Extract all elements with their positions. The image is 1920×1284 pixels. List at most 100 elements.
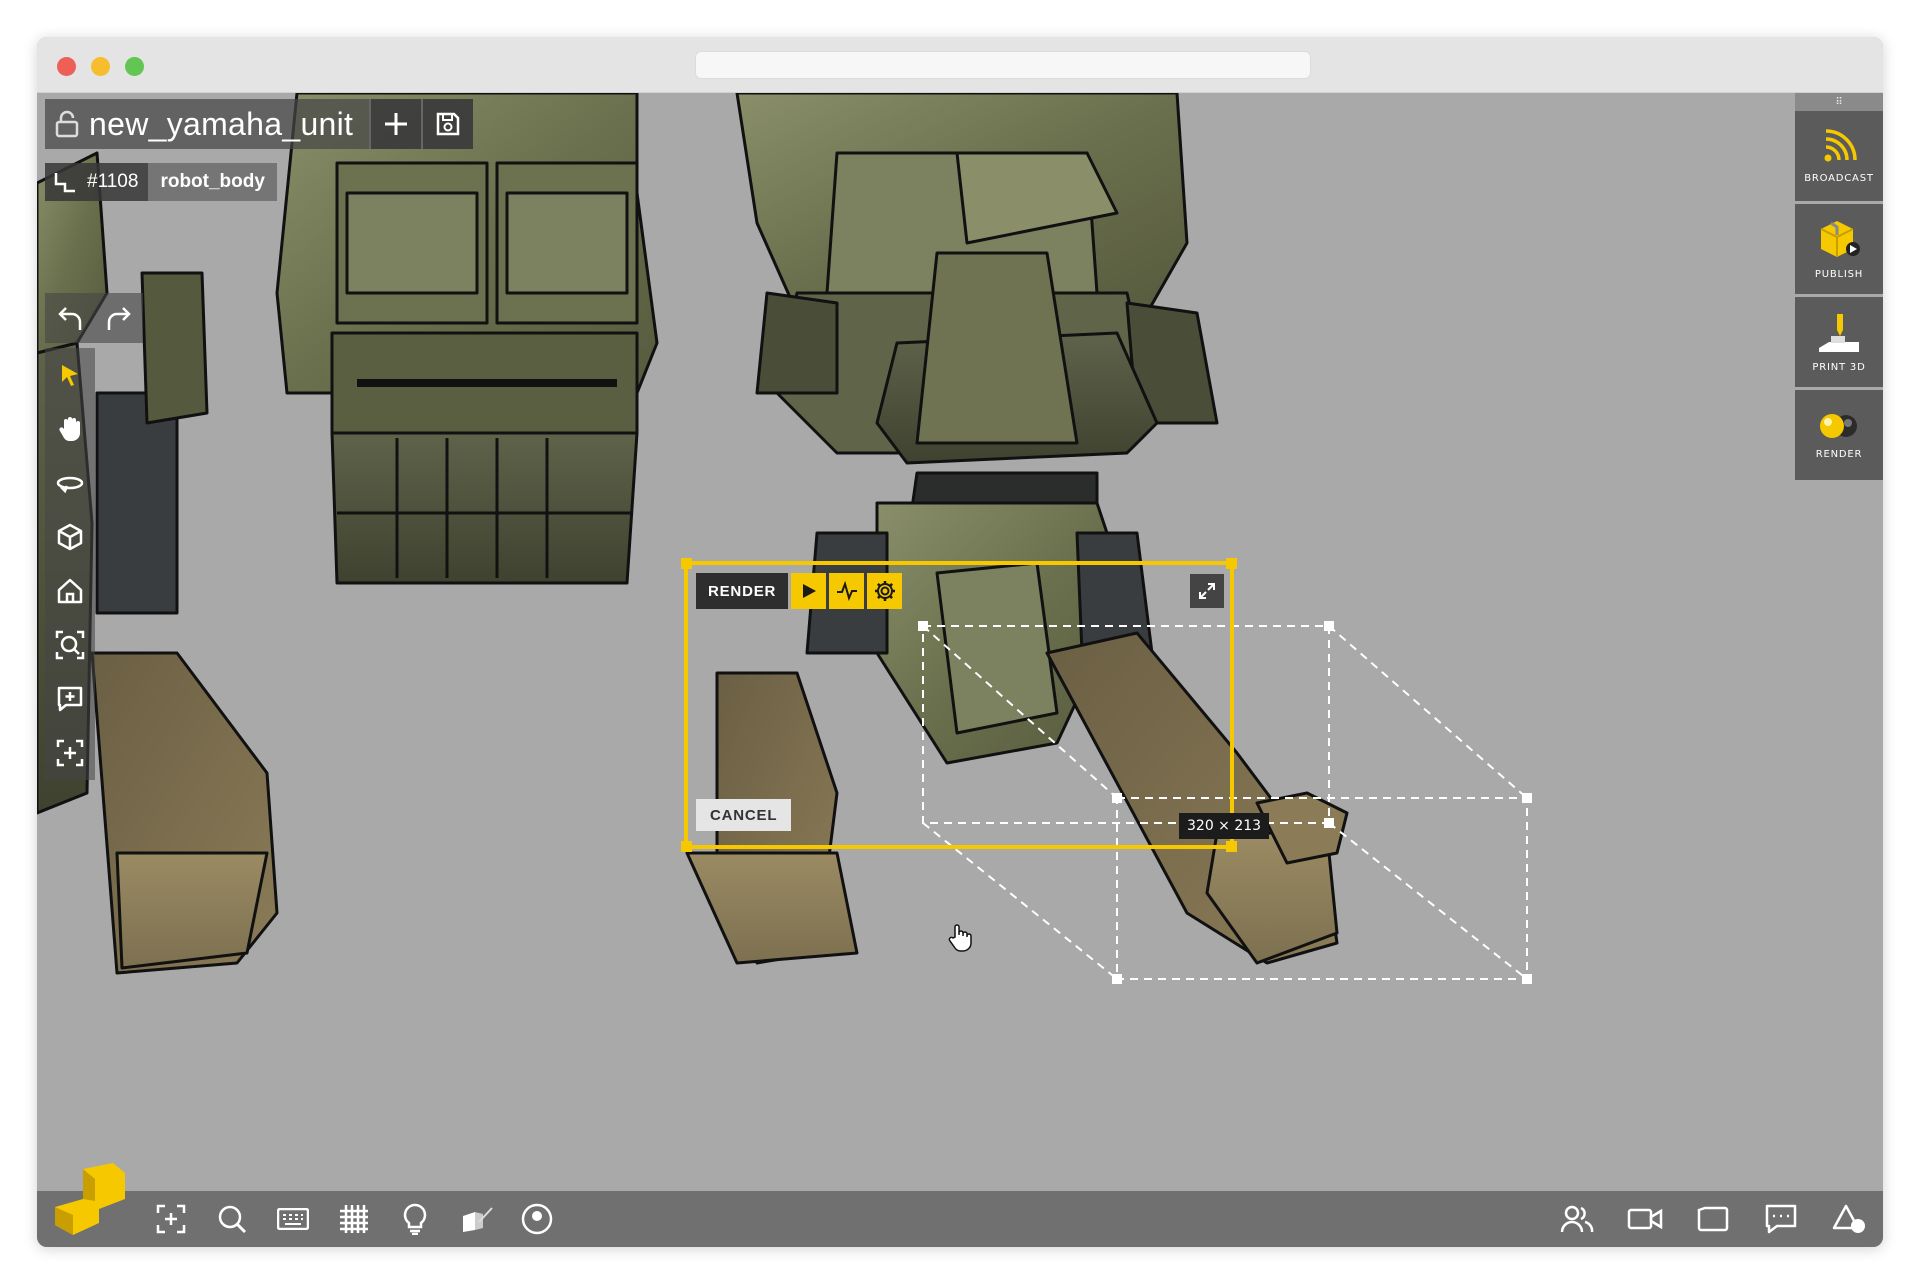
publish-button[interactable]: PUBLISH: [1795, 204, 1883, 294]
hand-icon: [59, 417, 80, 442]
breadcrumb: #1108 robot_body: [45, 163, 277, 201]
right-panel: ⠿ BROADCAST PUBLISH PRINT 3D RENDER: [1795, 93, 1883, 483]
broadcast-icon: [1824, 128, 1857, 161]
panel-grip-icon[interactable]: ⠿: [1795, 93, 1883, 111]
save-icon: [436, 112, 460, 136]
pointer-icon: [62, 365, 78, 386]
tag-icon: [1697, 1206, 1729, 1232]
add-frame-icon: [56, 739, 84, 767]
add-frame-icon: [156, 1204, 186, 1234]
render-label: RENDER: [696, 573, 789, 609]
left-toolbar: [45, 348, 95, 780]
zoom-fit-icon: [55, 630, 85, 660]
comment-icon: [1765, 1204, 1797, 1234]
breadcrumb-parent[interactable]: #1108: [45, 163, 149, 201]
bottom-toolbar: [37, 1163, 1883, 1247]
lock-icon[interactable]: [45, 99, 89, 149]
search-icon: [218, 1205, 247, 1234]
maximize-window-button[interactable]: [125, 57, 144, 76]
save-button[interactable]: [421, 99, 474, 149]
waveform-icon: [836, 581, 857, 601]
video-camera-icon: [1627, 1208, 1663, 1230]
publish-icon: [1820, 220, 1860, 257]
view-cube-tool[interactable]: [45, 510, 95, 564]
keyboard-button[interactable]: [269, 1195, 317, 1243]
dimension-label: 320 × 213: [1179, 813, 1270, 839]
redo-icon: [107, 307, 131, 330]
play-icon: [802, 584, 816, 598]
material-cube-icon: [463, 1207, 493, 1232]
add-object-tool[interactable]: [45, 726, 95, 780]
render-panel-button[interactable]: RENDER: [1795, 390, 1883, 480]
comments-button[interactable]: [1757, 1195, 1805, 1243]
home-icon: [57, 578, 83, 604]
play-render-button[interactable]: [791, 573, 827, 609]
minimize-window-button[interactable]: [91, 57, 110, 76]
shapes-icon: [1832, 1204, 1865, 1233]
lightbulb-icon: [403, 1203, 427, 1235]
hierarchy-icon: [54, 173, 75, 193]
undo-icon: [57, 307, 81, 330]
grid-toggle-button[interactable]: [330, 1195, 378, 1243]
render-settings-button[interactable]: [867, 573, 903, 609]
lighting-button[interactable]: [391, 1195, 439, 1243]
print-3d-label: PRINT 3D: [1812, 361, 1866, 373]
title-bar: [37, 37, 1883, 93]
render-region[interactable]: RENDER CANCEL: [681, 558, 1237, 852]
sphere-icon: [521, 1203, 553, 1235]
3d-viewport[interactable]: new_yamaha_unit #1108 robot_body ⠿ BROAD…: [37, 93, 1883, 1247]
app-logo-icon[interactable]: [51, 1163, 127, 1240]
home-view-tool[interactable]: [45, 564, 95, 618]
address-bar[interactable]: [695, 51, 1311, 79]
collaborators-button[interactable]: [1553, 1195, 1601, 1243]
render-activity-button[interactable]: [829, 573, 865, 609]
expand-icon: [1199, 583, 1215, 599]
undo-redo-group: [45, 293, 143, 343]
resize-handle-top-left[interactable]: [681, 558, 692, 569]
add-comment-icon: [57, 686, 83, 712]
hand-cursor-icon: [947, 923, 973, 958]
tag-button[interactable]: [1689, 1195, 1737, 1243]
render-toolbar: RENDER: [696, 573, 903, 609]
redo-button[interactable]: [94, 293, 143, 343]
file-bar: new_yamaha_unit: [45, 99, 474, 149]
object-id: #1108: [87, 171, 139, 192]
resize-handle-bottom-right[interactable]: [1226, 841, 1237, 852]
render-spheres-icon: [1820, 413, 1857, 438]
gear-icon: [874, 581, 895, 601]
select-tool[interactable]: [45, 348, 95, 402]
add-frame-button[interactable]: [147, 1195, 195, 1243]
broadcast-label: BROADCAST: [1804, 172, 1874, 184]
publish-label: PUBLISH: [1814, 268, 1864, 280]
resize-handle-top-right[interactable]: [1226, 558, 1237, 569]
material-button[interactable]: [452, 1195, 500, 1243]
grid-icon: [340, 1205, 368, 1233]
search-button[interactable]: [208, 1195, 256, 1243]
print-3d-button[interactable]: PRINT 3D: [1795, 297, 1883, 387]
environment-button[interactable]: [513, 1195, 561, 1243]
orbit-icon: [56, 476, 84, 494]
file-name[interactable]: new_yamaha_unit: [89, 106, 369, 143]
keyboard-icon: [277, 1208, 309, 1230]
plus-icon: [385, 113, 408, 135]
add-button[interactable]: [369, 99, 422, 149]
bottom-left-tools: [147, 1191, 561, 1247]
video-button[interactable]: [1621, 1195, 1669, 1243]
orbit-tool[interactable]: [45, 456, 95, 510]
expand-button[interactable]: [1190, 574, 1224, 608]
undo-button[interactable]: [45, 293, 94, 343]
object-name[interactable]: robot_body: [148, 163, 277, 201]
close-window-button[interactable]: [57, 57, 76, 76]
pan-tool[interactable]: [45, 402, 95, 456]
add-annotation-tool[interactable]: [45, 672, 95, 726]
zoom-fit-tool[interactable]: [45, 618, 95, 672]
render-panel-label: RENDER: [1815, 448, 1863, 460]
cube-icon: [57, 523, 83, 551]
resize-handle-bottom-left[interactable]: [681, 841, 692, 852]
app-window: new_yamaha_unit #1108 robot_body ⠿ BROAD…: [37, 37, 1883, 1247]
broadcast-button[interactable]: BROADCAST: [1795, 111, 1883, 201]
users-icon: [1560, 1205, 1594, 1233]
shapes-button[interactable]: [1825, 1195, 1873, 1243]
bottom-right-tools: [1553, 1191, 1873, 1247]
cancel-button[interactable]: CANCEL: [696, 799, 792, 831]
